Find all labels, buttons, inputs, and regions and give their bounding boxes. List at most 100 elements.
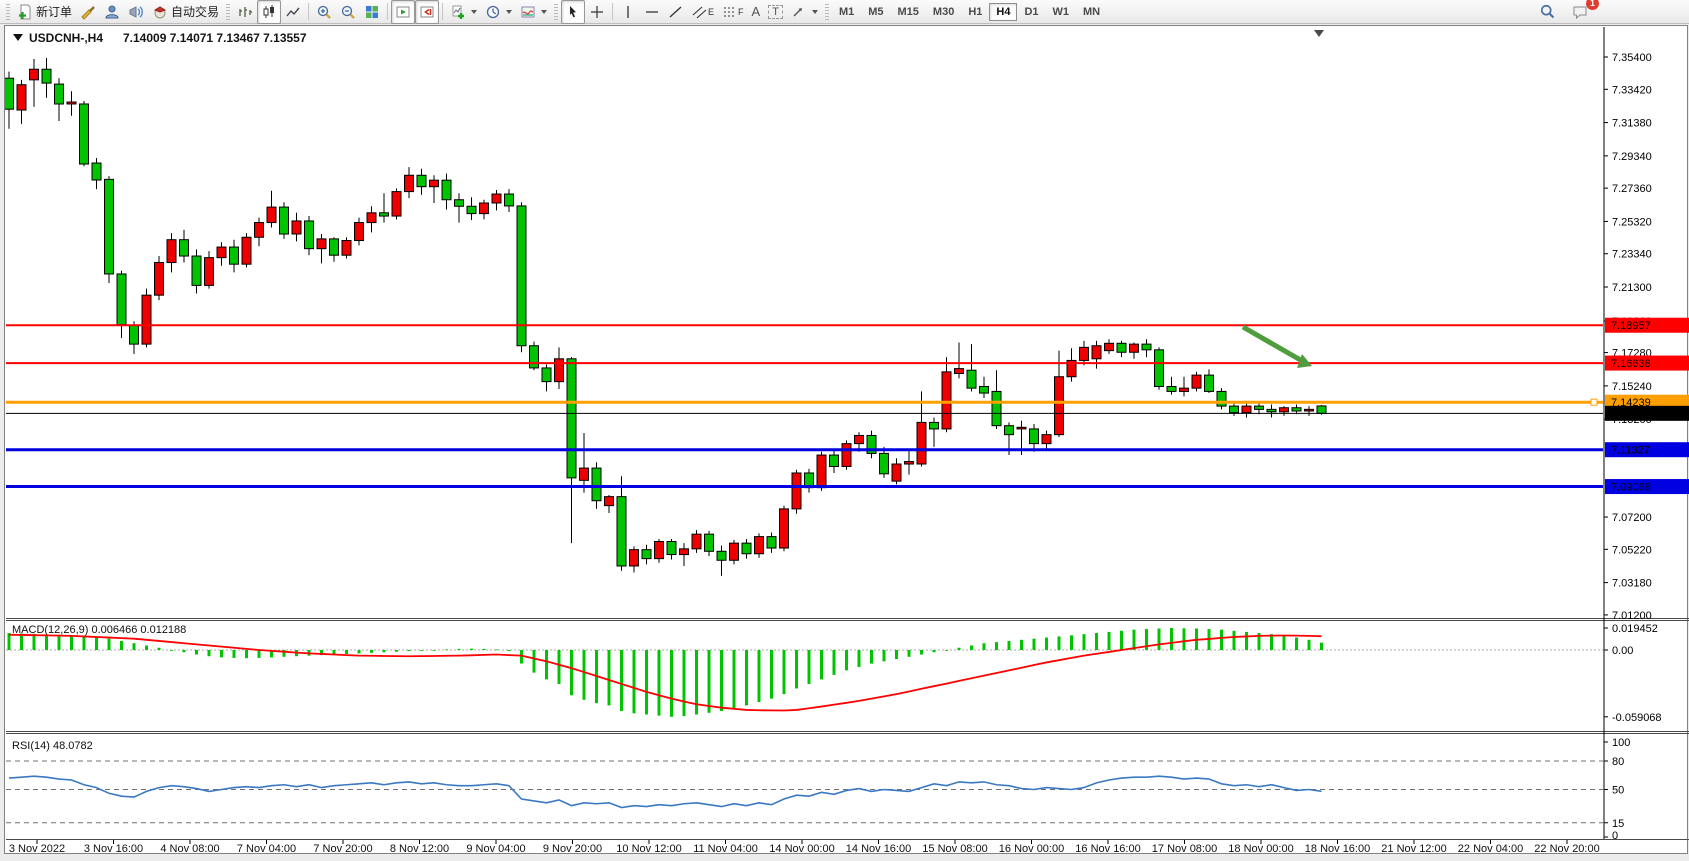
candles-layer	[5, 58, 1326, 576]
svg-text:16 Nov 00:00: 16 Nov 00:00	[999, 843, 1064, 855]
svg-text:7.35400: 7.35400	[1612, 52, 1652, 64]
horizontal-line-button[interactable]	[640, 0, 664, 24]
vertical-line-button[interactable]	[616, 0, 640, 24]
timeframe-m30-button[interactable]: M30	[926, 3, 961, 21]
zoom-out-button[interactable]	[336, 0, 360, 24]
candlestick-chart-button[interactable]	[257, 0, 281, 24]
svg-text:22 Nov 20:00: 22 Nov 20:00	[1534, 843, 1599, 855]
svg-text:100: 100	[1612, 737, 1630, 749]
timeframe-h4-button[interactable]: H4	[989, 3, 1017, 21]
rsi-pane: 1008050150	[6, 737, 1630, 842]
signal-button[interactable]	[124, 0, 148, 24]
chat-button[interactable]: 1	[1568, 0, 1594, 24]
signal-icon	[128, 4, 144, 20]
chart-shift-button[interactable]	[415, 0, 439, 24]
arrows-button[interactable]	[787, 0, 822, 24]
svg-text:18 Nov 16:00: 18 Nov 16:00	[1305, 843, 1370, 855]
svg-text:14 Nov 00:00: 14 Nov 00:00	[769, 843, 834, 855]
svg-text:8 Nov 12:00: 8 Nov 12:00	[390, 843, 449, 855]
vertical-line-icon	[620, 4, 636, 20]
text-button[interactable]: A	[748, 0, 765, 24]
trading-terminal: 新订单 自动交易	[0, 0, 1689, 861]
chevron-down-icon	[471, 10, 477, 14]
auto-scroll-button[interactable]	[391, 0, 415, 24]
chart-canvas[interactable]: USDCNH-,H4 7.14009 7.14071 7.13467 7.135…	[5, 26, 1689, 855]
styler-button[interactable]	[76, 0, 100, 24]
autotrading-button[interactable]: 自动交易	[148, 0, 223, 24]
svg-text:7.11327: 7.11327	[1611, 445, 1650, 457]
svg-text:17 Nov 08:00: 17 Nov 08:00	[1152, 843, 1217, 855]
macd-pane: 0.019452 0.00 -0.059068	[6, 623, 1662, 724]
timeframe-m1-button[interactable]: M1	[832, 3, 861, 21]
svg-text:50: 50	[1612, 785, 1624, 797]
arrow-shape-icon	[791, 4, 807, 20]
cursor-button[interactable]	[561, 0, 585, 24]
svg-text:21 Nov 12:00: 21 Nov 12:00	[1381, 843, 1446, 855]
svg-text:7.23340: 7.23340	[1612, 249, 1652, 261]
new-order-label: 新订单	[36, 3, 72, 20]
notification-badge: 1	[1586, 0, 1599, 10]
main-toolbar: 新订单 自动交易	[0, 0, 1689, 24]
toolbar-grip	[825, 4, 829, 20]
price-axis: 7.354007.334207.313807.293407.273607.253…	[1604, 52, 1652, 622]
channel-icon	[692, 4, 708, 20]
chart-title-ohlc: 7.14009 7.14071 7.13467 7.13557	[123, 31, 307, 45]
periods-button[interactable]	[481, 0, 516, 24]
svg-text:7.29340: 7.29340	[1612, 151, 1652, 163]
tile-windows-button[interactable]	[360, 0, 384, 24]
crosshair-button[interactable]	[585, 0, 609, 24]
chart-title-symbol: USDCNH-,H4	[29, 31, 103, 45]
svg-text:7.16638: 7.16638	[1611, 358, 1651, 370]
timeframe-m5-button[interactable]: M5	[861, 3, 890, 21]
svg-text:10 Nov 12:00: 10 Nov 12:00	[616, 843, 681, 855]
svg-text:7.21300: 7.21300	[1612, 282, 1652, 294]
symbol-dropdown-icon[interactable]	[13, 34, 23, 41]
timeframe-h1-button[interactable]: H1	[961, 3, 989, 21]
timeframe-mn-button[interactable]: MN	[1076, 3, 1107, 21]
profile-icon	[104, 4, 120, 20]
svg-text:15: 15	[1612, 818, 1624, 830]
svg-text:0.019452: 0.019452	[1612, 623, 1658, 635]
line-chart-button[interactable]	[281, 0, 305, 24]
svg-text:0.00: 0.00	[1612, 645, 1633, 657]
clock-icon	[485, 4, 501, 20]
tile-windows-icon	[364, 4, 380, 20]
autotrading-label: 自动交易	[171, 3, 219, 20]
templates-button[interactable]	[516, 0, 551, 24]
search-button[interactable]	[1535, 0, 1560, 24]
new-order-button[interactable]: 新订单	[13, 0, 76, 24]
bar-chart-button[interactable]	[233, 0, 257, 24]
timeframe-m15-button[interactable]: M15	[891, 3, 926, 21]
candlestick-chart-icon	[261, 4, 277, 20]
svg-text:22 Nov 04:00: 22 Nov 04:00	[1458, 843, 1523, 855]
price-badges: 7.189577.166387.142397.113277.090687.135…	[1605, 318, 1689, 494]
svg-text:7.31380: 7.31380	[1612, 118, 1652, 130]
svg-text:7 Nov 04:00: 7 Nov 04:00	[237, 843, 296, 855]
auto-scroll-icon	[395, 4, 411, 20]
svg-text:16 Nov 16:00: 16 Nov 16:00	[1075, 843, 1140, 855]
toolbar-separator	[612, 3, 613, 20]
level-lines	[6, 325, 1603, 486]
svg-text:7 Nov 20:00: 7 Nov 20:00	[313, 843, 372, 855]
trendline-button[interactable]	[664, 0, 688, 24]
profile-button[interactable]	[100, 0, 124, 24]
cursor-icon	[565, 4, 581, 20]
chart-window[interactable]: USDCNH-,H4 7.14009 7.14071 7.13467 7.135…	[4, 25, 1688, 854]
chevron-down-icon	[541, 10, 547, 14]
svg-text:7.15240: 7.15240	[1612, 381, 1652, 393]
svg-text:15 Nov 08:00: 15 Nov 08:00	[922, 843, 987, 855]
chart-shift-marker	[1314, 30, 1324, 37]
indicators-button[interactable]	[446, 0, 481, 24]
svg-text:-0.059068: -0.059068	[1612, 712, 1662, 724]
zoom-in-icon	[316, 4, 332, 20]
timeframe-d1-button[interactable]: D1	[1017, 3, 1045, 21]
fibonacci-button[interactable]: F	[718, 0, 748, 24]
timeframe-w1-button[interactable]: W1	[1046, 3, 1077, 21]
zoom-in-button[interactable]	[312, 0, 336, 24]
label-button[interactable]: T	[764, 0, 787, 24]
channel-button[interactable]: E	[688, 0, 718, 24]
svg-text:7.07200: 7.07200	[1612, 512, 1652, 524]
chevron-down-icon	[812, 10, 818, 14]
svg-text:9 Nov 20:00: 9 Nov 20:00	[543, 843, 602, 855]
fibonacci-icon	[722, 4, 738, 20]
